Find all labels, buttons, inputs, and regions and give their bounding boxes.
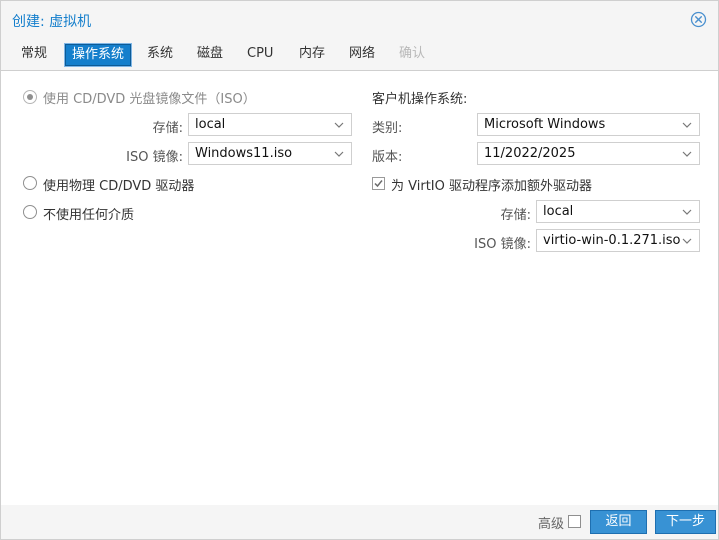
os-version-select[interactable]: 11/2022/2025 — [477, 142, 700, 165]
chevron-down-icon — [334, 151, 344, 157]
os-panel: 使用 CD/DVD 光盘镜像文件（ISO） 存储: local ISO 镜像: … — [1, 71, 718, 505]
iso-image-label: ISO 镜像: — [126, 150, 183, 165]
physical-drive-label: 使用物理 CD/DVD 驱动器 — [43, 179, 195, 194]
tab-bar: 常规 操作系统 系统 磁盘 CPU 内存 网络 确认 — [1, 39, 718, 71]
back-button[interactable]: 返回 — [590, 510, 647, 534]
storage-value: local — [195, 117, 226, 132]
dialog-titlebar: 创建: 虚拟机 — [1, 1, 718, 39]
virtio-storage-value: local — [543, 204, 574, 219]
virtio-storage-select[interactable]: local — [536, 200, 700, 223]
next-button[interactable]: 下一步 — [655, 510, 716, 534]
no-media-label: 不使用任何介质 — [43, 208, 135, 223]
virtio-checkbox[interactable] — [372, 177, 385, 190]
virtio-label: 为 VirtIO 驱动程序添加额外驱动器 — [391, 179, 592, 194]
chevron-down-icon — [334, 122, 344, 128]
iso-radio-label: 使用 CD/DVD 光盘镜像文件（ISO） — [43, 92, 256, 107]
virtio-storage-label: 存储: — [500, 208, 531, 223]
physical-drive-radio[interactable] — [23, 176, 37, 190]
virtio-iso-label: ISO 镜像: — [474, 237, 531, 252]
virtio-iso-value: virtio-win-0.1.271.iso — [543, 233, 681, 248]
tab-memory[interactable]: 内存 — [293, 44, 331, 66]
os-type-label: 类别: — [372, 121, 403, 136]
tab-system[interactable]: 系统 — [141, 44, 179, 66]
advanced-label: 高级 — [538, 517, 565, 532]
tab-confirm: 确认 — [399, 46, 426, 61]
os-version-label: 版本: — [372, 150, 403, 165]
checkmark-icon — [374, 180, 383, 188]
chevron-down-icon — [682, 151, 692, 157]
storage-label: 存储: — [152, 121, 183, 136]
iso-image-value: Windows11.iso — [195, 146, 293, 161]
os-type-value: Microsoft Windows — [484, 117, 606, 132]
iso-radio[interactable] — [23, 90, 37, 104]
dialog-footer: 高级 返回 下一步 — [1, 505, 718, 539]
tab-network[interactable]: 网络 — [343, 44, 381, 66]
tab-os[interactable]: 操作系统 — [65, 44, 132, 66]
close-icon[interactable] — [690, 11, 707, 28]
chevron-down-icon — [682, 238, 692, 244]
os-version-value: 11/2022/2025 — [484, 146, 576, 161]
iso-image-select[interactable]: Windows11.iso — [188, 142, 352, 165]
tab-general[interactable]: 常规 — [15, 44, 53, 66]
chevron-down-icon — [682, 122, 692, 128]
tab-cpu[interactable]: CPU — [241, 44, 279, 66]
no-media-radio[interactable] — [23, 205, 37, 219]
create-vm-dialog: 创建: 虚拟机 常规 操作系统 系统 磁盘 CPU 内存 网络 确认 使用 CD… — [0, 0, 719, 540]
dialog-title: 创建: 虚拟机 — [12, 14, 92, 30]
os-type-select[interactable]: Microsoft Windows — [477, 113, 700, 136]
chevron-down-icon — [682, 209, 692, 215]
guest-os-heading: 客户机操作系统: — [372, 92, 468, 107]
tab-disks[interactable]: 磁盘 — [191, 44, 229, 66]
advanced-checkbox[interactable] — [568, 515, 581, 528]
virtio-iso-select[interactable]: virtio-win-0.1.271.iso — [536, 229, 700, 252]
storage-select[interactable]: local — [188, 113, 352, 136]
